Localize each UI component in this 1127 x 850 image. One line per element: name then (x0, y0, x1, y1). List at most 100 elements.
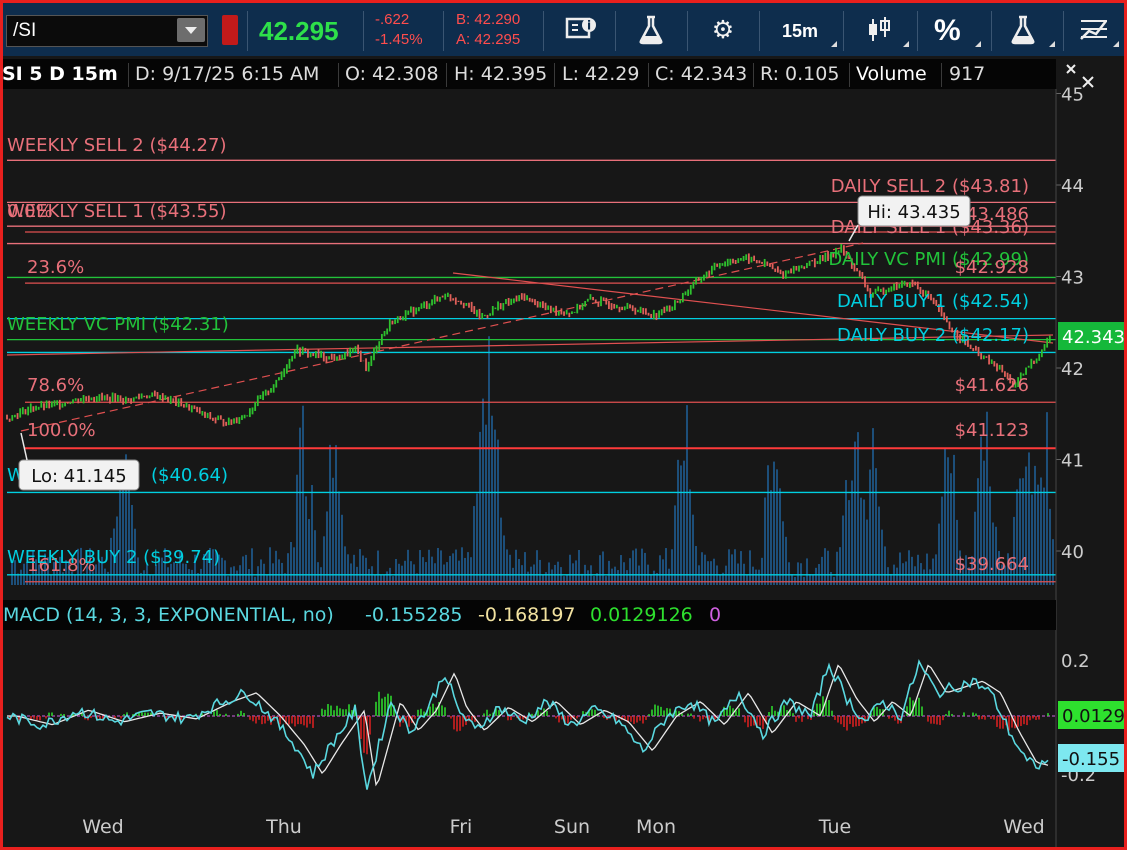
volume-bar (338, 491, 340, 585)
volume-bar (470, 557, 472, 585)
volume-bar (512, 567, 514, 585)
macd-value-tag-text: -0.155 (1062, 749, 1120, 770)
volume-bar (1037, 484, 1039, 585)
volume-bar (740, 551, 742, 585)
volume-bar (911, 556, 913, 585)
current-price-tag: 42.343 (1058, 322, 1124, 350)
volume-bar (242, 556, 244, 585)
weekly-sell-2-label: WEEKLY SELL 2 ($44.27) (7, 135, 226, 156)
volume-bar (785, 536, 787, 585)
volume-bar (719, 574, 721, 585)
volume-bar (935, 554, 937, 585)
volume-bar (896, 567, 898, 585)
volume-bar (782, 521, 784, 585)
volume-bar (875, 468, 877, 585)
volume-bar (578, 549, 580, 585)
volume-bar (440, 550, 442, 585)
volume-bar (542, 574, 544, 585)
volume-bar (635, 548, 637, 585)
volume-bar (293, 547, 295, 585)
volume-bar (908, 550, 910, 585)
volume-bar (884, 546, 886, 585)
price-axis-tick: 44 (1061, 176, 1084, 197)
volume-bar (749, 550, 751, 585)
macd-value-tag: -0.155 (1058, 744, 1124, 772)
volume-bar (368, 568, 370, 585)
volume-bar (251, 548, 253, 585)
daily-buy-2-label: DAILY BUY 2 ($42.17) (837, 325, 1029, 346)
volume-bar (860, 497, 862, 585)
volume-bar (566, 575, 568, 585)
price-axis-tick: 42 (1061, 359, 1084, 380)
volume-bar (50, 574, 52, 585)
macd-zero: 0 (709, 604, 722, 626)
volume-bar (602, 551, 604, 585)
volume-bar (869, 469, 871, 585)
volume-bar (545, 572, 547, 585)
volume-bar (527, 571, 529, 585)
price-axis-tick: 40 (1061, 542, 1084, 563)
volume-bar (248, 568, 250, 585)
volume-bar (668, 568, 670, 585)
volume-bar (620, 555, 622, 585)
volume-bar (494, 429, 496, 585)
volume-bar (476, 493, 478, 585)
time-axis-label: Fri (450, 816, 473, 838)
volume-bar (503, 535, 505, 585)
volume-bar (104, 568, 106, 585)
volume-bar (437, 547, 439, 585)
volume-bar (452, 553, 454, 585)
volume-bar (899, 552, 901, 585)
volume-bar (809, 574, 811, 585)
time-axis-label: Wed (82, 816, 123, 838)
fib-23-6-label: 23.6% (27, 257, 84, 278)
price-axis[interactable]: 45 44 43 42 41 40 (1055, 85, 1084, 849)
volume-bar (806, 558, 808, 585)
volume-bar (353, 554, 355, 585)
volume-bar (581, 573, 583, 585)
volume-bar (302, 405, 304, 585)
volume-bar (857, 432, 859, 585)
price-axis-tick: 43 (1061, 268, 1084, 289)
volume-bar (221, 557, 223, 585)
volume-bar (311, 485, 313, 585)
volume-bar (830, 571, 832, 585)
volume-bar (671, 549, 673, 585)
volume-bar (770, 490, 772, 585)
volume-bar (20, 569, 22, 585)
volume-bar (779, 488, 781, 585)
volume-bar (392, 576, 394, 585)
volume-bar (755, 569, 757, 585)
volume-bar (329, 444, 331, 585)
volume-bar (482, 398, 484, 585)
volume-bar (362, 555, 364, 585)
volume-bar (632, 550, 634, 585)
volume-bar (728, 549, 730, 585)
volume-bar (803, 576, 805, 585)
volume-bar (290, 541, 292, 585)
volume-bar (74, 575, 76, 585)
time-axis-label: Wed (1003, 816, 1044, 838)
volume-bar (296, 474, 298, 585)
volume-bar (617, 570, 619, 585)
volume-bar (122, 480, 124, 585)
volume-bar (1040, 477, 1042, 585)
volume-bar (941, 496, 943, 585)
volume-bar (593, 576, 595, 585)
volume-bar (713, 558, 715, 585)
weekly-vc-pmi-label: WEEKLY VC PMI ($42.31) (7, 314, 229, 335)
price-chart[interactable]: WEEKLY SELL 2 ($44.27) 0.0% WEEKLY SELL … (3, 3, 1124, 848)
volume-bar (29, 574, 31, 585)
volume-bar (665, 548, 667, 585)
volume-bar (650, 574, 652, 585)
time-axis-label: Thu (265, 816, 302, 838)
macd-diff-tag: 0.0129 (1058, 701, 1124, 729)
volume-bar (890, 573, 892, 585)
volume-bar (848, 500, 850, 585)
volume-bar (464, 557, 466, 585)
volume-bar (917, 554, 919, 585)
time-axis: Wed Thu Fri Sun Mon Tue Wed (82, 816, 1044, 838)
volume-bar (701, 552, 703, 585)
volume-bar (881, 529, 883, 585)
volume-bar (950, 473, 952, 585)
